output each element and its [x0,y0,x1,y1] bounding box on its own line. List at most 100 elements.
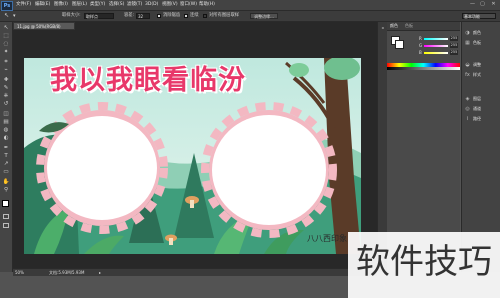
blur-icon[interactable]: ◍ [2,127,10,134]
dock-styles-label: 样式 [473,72,481,77]
menu-help[interactable]: 帮助(H) [199,1,215,9]
collapse-arrow-icon[interactable]: ◂ [379,25,386,31]
menu-file[interactable]: 文件(F) [16,1,31,9]
green-slider-label: G [419,43,423,48]
path-select-icon[interactable]: ↗ [2,161,10,168]
shape-icon[interactable]: ▭ [2,169,10,176]
red-slider[interactable] [424,38,448,40]
contiguous-checkbox[interactable] [184,14,188,18]
quick-mask-icon[interactable] [3,214,9,219]
red-value[interactable]: 255 [450,36,458,41]
screen-mode-icon[interactable] [3,223,9,228]
grayscale-ramp[interactable] [387,67,460,70]
tool-preset-dropdown-icon[interactable]: ▾ [13,12,16,20]
photoshop-logo: Ps [1,1,13,11]
menu-edit[interactable]: 编辑(E) [35,1,50,9]
hand-icon[interactable]: ✋ [2,179,10,186]
type-icon[interactable]: T [2,153,10,160]
dock-swatches[interactable]: ▦ 色板 [464,38,500,47]
minimize-button[interactable]: — [469,1,476,8]
document-size: 文档:5.93M/5.93M [49,270,85,275]
magic-wand-icon[interactable]: ✦ [2,49,10,56]
brush-icon[interactable]: ✎ [2,85,10,92]
blue-value[interactable]: 255 [450,50,458,55]
background-color-chip[interactable] [395,40,404,49]
antialias-checkbox[interactable] [157,14,161,18]
contiguous-label: 连续 [190,13,199,18]
menu-view[interactable]: 视图(V) [162,1,178,9]
artist-signature: 八八西印象 [307,234,347,243]
watermark: 软件技巧 [348,232,500,298]
dock-adjustments-label: 调整 [473,62,481,67]
pen-icon[interactable]: ✒ [2,145,10,152]
healing-brush-icon[interactable]: ✚ [2,77,10,84]
tools-panel: ↖ ⬚ ◌ ✦ ⌗ ⌁ ✚ ✎ ⎈ ↺ ◫ ▤ ◍ ◐ ✒ T ↗ ▭ ✋ ⚲ [0,22,13,272]
canvas-title: 我以我眼看临汾 [50,65,246,96]
dock-paths[interactable]: ⌇ 路径 [464,114,500,123]
tolerance-input[interactable]: 32 [136,13,150,19]
status-menu-arrow-icon[interactable]: ▸ [99,269,101,276]
zoom-level[interactable]: 50% [15,269,24,276]
lasso-tool-icon[interactable]: ◌ [2,41,10,48]
swatches-panel-icon: ▦ [465,39,470,46]
dock-channels[interactable]: ◎ 通道 [464,104,500,113]
dock-layers-label: 图层 [473,96,481,101]
dock-layers[interactable]: ◈ 图层 [464,94,500,103]
dock-styles[interactable]: fx 样式 [464,70,500,79]
blue-slider-label: B [419,50,422,55]
dock-color[interactable]: ◑ 颜色 [464,28,500,37]
layers-panel-icon: ◈ [465,95,470,102]
tolerance-label: 容差: [124,13,135,18]
menu-filter[interactable]: 滤镜(T) [127,1,142,9]
foreground-color-swatch[interactable] [2,200,9,207]
menu-select[interactable]: 选择(S) [109,1,124,9]
sample-size-label: 取样大小: [62,13,81,18]
all-layers-checkbox[interactable] [203,14,207,18]
crop-tool-icon[interactable]: ⌗ [2,59,10,66]
clone-stamp-icon[interactable]: ⎈ [2,93,10,100]
green-slider[interactable] [424,45,448,47]
eyedropper-icon[interactable]: ⌁ [2,67,10,74]
antialias-label: 消除锯齿 [163,13,181,18]
dock-paths-label: 路径 [473,116,481,121]
gradient-icon[interactable]: ▤ [2,119,10,126]
dock-swatches-label: 色板 [473,40,481,45]
menu-type[interactable]: 类型(Y) [90,1,105,9]
history-brush-icon[interactable]: ↺ [2,101,10,108]
channels-panel-icon: ◎ [465,105,470,112]
styles-panel-icon: fx [465,71,470,78]
red-slider-label: R [419,36,422,41]
status-bar: 50% 文档:5.93M/5.93M ▸ [13,268,377,276]
menu-bar: Ps 文件(F) 编辑(E) 图像(I) 图层(L) 类型(Y) 选择(S) 滤… [0,0,500,11]
sample-size-select[interactable]: 取样点 [84,13,114,19]
eraser-icon[interactable]: ◫ [2,111,10,118]
menu-image[interactable]: 图像(I) [54,1,68,9]
dock-adjustments[interactable]: ◒ 调整 [464,60,500,69]
marquee-tool-icon[interactable]: ⬚ [2,33,10,40]
maximize-button[interactable]: ▢ [479,1,486,8]
paths-panel-icon: ⌇ [466,115,469,122]
menu-3d[interactable]: 3D(D) [145,1,158,9]
zoom-icon[interactable]: ⚲ [2,187,10,194]
color-panel-icon: ◑ [465,29,470,36]
workspace-select[interactable]: 基本功能 [462,13,496,19]
image-canvas[interactable]: 我以我眼看临汾 八八西印象 [24,58,361,254]
move-tool-icon[interactable]: ↖ [4,12,9,20]
refine-edge-button[interactable]: 调整边缘... [250,13,278,19]
options-bar: ↖ ▾ 取样大小: 取样点 容差: 32 消除锯齿 连续 对所有图层取样 调整边… [0,11,500,22]
document-tab[interactable]: 11.jpg @ 50%(RGB/8) [13,22,75,30]
close-button[interactable]: ✕ [490,1,497,8]
dock-channels-label: 通道 [473,106,481,111]
menu-window[interactable]: 窗口(W) [180,1,197,9]
tab-color[interactable]: 颜色 [390,22,398,29]
dodge-icon[interactable]: ◐ [2,135,10,142]
green-value[interactable]: 255 [450,43,458,48]
menu-layer[interactable]: 图层(L) [72,1,87,9]
dock-color-label: 颜色 [473,30,481,35]
watermark-text: 软件技巧 [356,242,492,282]
blue-slider[interactable] [424,52,448,54]
all-layers-label: 对所有图层取样 [209,13,240,18]
tab-swatches[interactable]: 色板 [405,22,413,29]
adjustments-panel-icon: ◒ [465,61,470,68]
move-tool-icon[interactable]: ↖ [2,25,10,32]
